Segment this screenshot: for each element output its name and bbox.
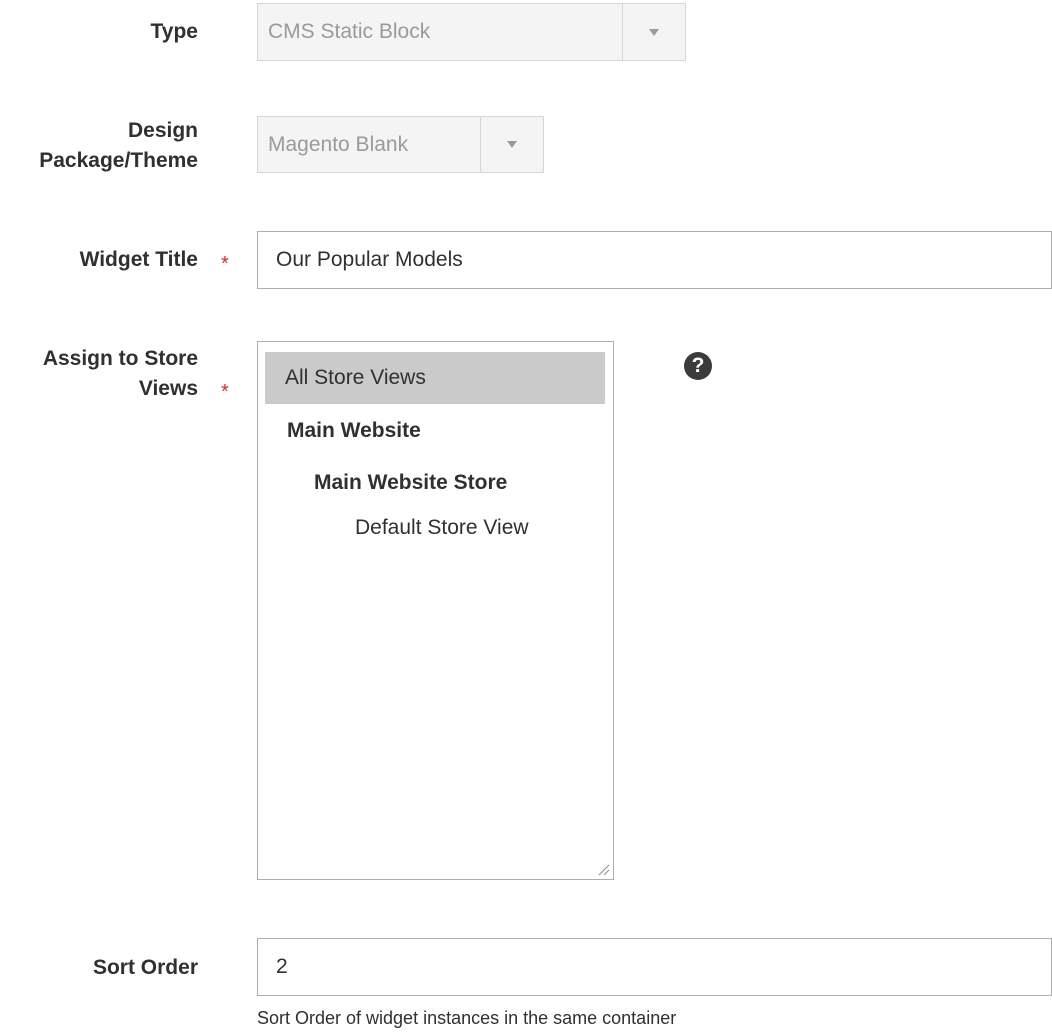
question-circle-icon[interactable]: ? [684, 352, 712, 380]
store-view-option-default[interactable]: Default Store View [355, 513, 529, 543]
sort-order-input[interactable]: 2 [257, 938, 1052, 996]
store-views-label: Assign to Store Views [43, 344, 198, 404]
store-view-option-main-website-store[interactable]: Main Website Store [314, 468, 507, 498]
widget-title-required-mark: * [221, 253, 229, 275]
type-select[interactable]: CMS Static Block [257, 3, 686, 61]
store-views-multiselect[interactable]: All Store Views Main Website Main Websit… [257, 341, 614, 880]
theme-label: Design Package/Theme [39, 116, 198, 176]
theme-label-line2: Package/Theme [39, 149, 198, 172]
chevron-down-icon [507, 141, 517, 148]
type-select-value: CMS Static Block [268, 20, 431, 43]
widget-title-label: Widget Title [79, 248, 198, 271]
sort-order-label: Sort Order [92, 956, 198, 979]
store-views-label-line1: Assign to Store [42, 347, 198, 370]
sort-order-note: Sort Order of widget instances in the sa… [257, 1008, 677, 1028]
store-view-option-all[interactable]: All Store Views [265, 352, 605, 404]
theme-select-toggle[interactable] [480, 117, 543, 172]
theme-label-line1: Design [127, 119, 198, 142]
resize-grip-icon[interactable] [596, 862, 610, 876]
theme-select-value: Magento Blank [268, 132, 409, 156]
store-view-option-main-website[interactable]: Main Website [287, 416, 421, 446]
type-label: Type [150, 20, 198, 43]
theme-select[interactable]: Magento Blank [257, 116, 544, 173]
store-views-required-mark: * [221, 381, 229, 403]
chevron-down-icon [649, 28, 659, 36]
type-select-toggle[interactable] [622, 4, 685, 60]
widget-title-input[interactable]: Our Popular Models [257, 231, 1052, 289]
store-views-label-line2: Views [138, 377, 198, 400]
